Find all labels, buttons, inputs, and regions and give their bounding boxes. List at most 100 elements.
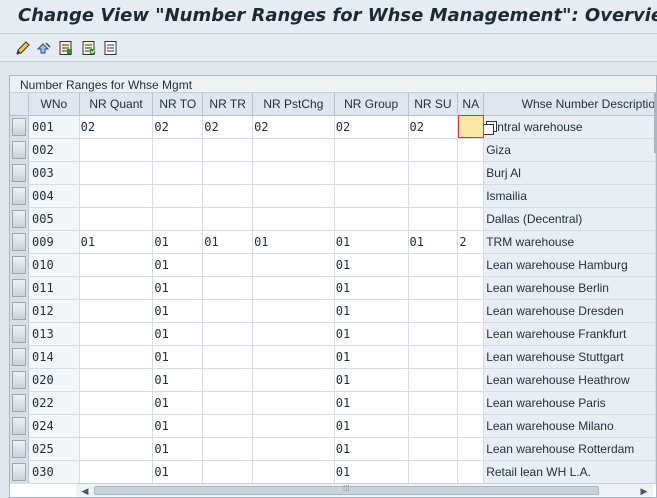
cell-nr-su[interactable] bbox=[408, 184, 459, 208]
cell-nr-pstchg[interactable]: 01 bbox=[252, 230, 335, 254]
cell-description[interactable]: Retail lean WH L.A. bbox=[483, 460, 656, 484]
column-header-description[interactable]: Whse Number Descriptio bbox=[483, 93, 656, 116]
cell-nr-group[interactable] bbox=[334, 207, 409, 231]
cell-nr-su[interactable] bbox=[408, 414, 459, 438]
pencil-glasses-icon[interactable] bbox=[13, 38, 33, 58]
cell-nr-group[interactable]: 01 bbox=[334, 414, 409, 438]
cell-nr-su[interactable] bbox=[408, 322, 459, 346]
cell-nr-pstchg[interactable] bbox=[252, 299, 335, 323]
cell-nr-quant[interactable] bbox=[79, 368, 154, 392]
cell-na[interactable] bbox=[457, 437, 485, 461]
cell-nr-pstchg[interactable] bbox=[252, 414, 335, 438]
cell-nr-to[interactable]: 01 bbox=[152, 230, 204, 254]
column-header-nr-group[interactable]: NR Group bbox=[334, 93, 409, 116]
cell-na[interactable] bbox=[457, 276, 485, 300]
cell-description[interactable]: Lean warehouse Milano bbox=[483, 414, 656, 438]
cell-nr-pstchg[interactable] bbox=[252, 391, 335, 415]
row-select-button[interactable] bbox=[12, 393, 26, 412]
row-select-button[interactable] bbox=[12, 439, 26, 458]
cell-description[interactable]: Giza bbox=[483, 138, 656, 162]
row-selector[interactable] bbox=[10, 414, 29, 438]
cell-nr-group[interactable]: 01 bbox=[334, 253, 409, 277]
cell-nr-quant[interactable] bbox=[79, 345, 154, 369]
cell-nr-pstchg[interactable] bbox=[252, 161, 335, 185]
cell-nr-group[interactable]: 01 bbox=[334, 368, 409, 392]
cell-nr-su[interactable]: 02 bbox=[408, 115, 459, 139]
cell-description[interactable]: Lean warehouse Paris bbox=[483, 391, 656, 415]
cell-nr-pstchg[interactable] bbox=[252, 437, 335, 461]
copy-icon[interactable] bbox=[483, 120, 498, 135]
cell-nr-su[interactable] bbox=[408, 460, 459, 484]
cell-na[interactable] bbox=[457, 161, 485, 185]
cell-description[interactable]: Lean warehouse Frankfurt bbox=[483, 322, 656, 346]
cell-nr-tr[interactable] bbox=[202, 299, 254, 323]
cell-nr-pstchg[interactable] bbox=[252, 368, 335, 392]
row-selector[interactable] bbox=[10, 322, 29, 346]
cell-wno[interactable]: 030 bbox=[28, 460, 80, 484]
cell-wno[interactable]: 004 bbox=[28, 184, 80, 208]
cell-na[interactable] bbox=[457, 207, 485, 231]
cell-nr-quant[interactable] bbox=[79, 253, 154, 277]
cell-nr-group[interactable]: 01 bbox=[334, 230, 409, 254]
cell-description[interactable]: Lean warehouse Heathrow bbox=[483, 368, 656, 392]
cell-nr-group[interactable] bbox=[334, 184, 409, 208]
cell-nr-pstchg[interactable] bbox=[252, 207, 335, 231]
cell-nr-to[interactable]: 01 bbox=[152, 299, 204, 323]
cell-description[interactable]: ntral warehouse bbox=[483, 115, 656, 139]
cell-nr-tr[interactable] bbox=[202, 460, 254, 484]
cell-nr-quant[interactable] bbox=[79, 391, 154, 415]
cell-description[interactable]: Burj Al bbox=[483, 161, 656, 185]
cell-na[interactable] bbox=[457, 322, 485, 346]
row-selector[interactable] bbox=[10, 184, 29, 208]
cell-nr-pstchg[interactable] bbox=[252, 460, 335, 484]
cell-wno[interactable]: 014 bbox=[28, 345, 80, 369]
cell-nr-pstchg[interactable]: 02 bbox=[252, 115, 335, 139]
cell-nr-tr[interactable] bbox=[202, 184, 254, 208]
cell-wno[interactable]: 002 bbox=[28, 138, 80, 162]
cell-nr-su[interactable] bbox=[408, 276, 459, 300]
cell-na[interactable] bbox=[457, 368, 485, 392]
cell-wno[interactable]: 020 bbox=[28, 368, 80, 392]
row-select-button[interactable] bbox=[12, 232, 26, 251]
column-header-nr-quant[interactable]: NR Quant bbox=[79, 93, 154, 116]
cell-nr-tr[interactable] bbox=[202, 138, 254, 162]
cell-nr-to[interactable]: 01 bbox=[152, 345, 204, 369]
select-all-icon[interactable] bbox=[79, 38, 99, 58]
cell-na[interactable] bbox=[457, 460, 485, 484]
cell-wno[interactable]: 025 bbox=[28, 437, 80, 461]
cell-description[interactable]: Lean warehouse Dresden bbox=[483, 299, 656, 323]
details-icon[interactable] bbox=[56, 38, 76, 58]
cell-na-focused[interactable] bbox=[457, 115, 485, 139]
row-select-button[interactable] bbox=[12, 117, 26, 136]
cell-nr-quant[interactable] bbox=[79, 437, 154, 461]
row-select-button[interactable] bbox=[12, 255, 26, 274]
cell-nr-tr[interactable] bbox=[202, 161, 254, 185]
cell-nr-tr[interactable]: 01 bbox=[202, 230, 254, 254]
cell-nr-tr[interactable] bbox=[202, 391, 254, 415]
cell-nr-quant[interactable] bbox=[79, 322, 154, 346]
cell-nr-to[interactable]: 01 bbox=[152, 437, 204, 461]
row-selector[interactable] bbox=[10, 437, 29, 461]
horizontal-scrollbar[interactable]: ◀ ⁞⁞⁞ ▶ bbox=[76, 483, 653, 497]
scrollbar-thumb[interactable]: ⁞⁞⁞ bbox=[94, 484, 599, 495]
cell-nr-tr[interactable] bbox=[202, 276, 254, 300]
row-selector[interactable] bbox=[10, 299, 29, 323]
cell-wno[interactable]: 005 bbox=[28, 207, 80, 231]
row-selector[interactable] bbox=[10, 276, 29, 300]
cell-nr-to[interactable]: 02 bbox=[152, 115, 204, 139]
cell-nr-group[interactable]: 01 bbox=[334, 391, 409, 415]
cell-nr-group[interactable]: 01 bbox=[334, 322, 409, 346]
row-selector[interactable] bbox=[10, 138, 29, 162]
cell-nr-to[interactable]: 01 bbox=[152, 322, 204, 346]
cell-na[interactable] bbox=[457, 299, 485, 323]
cell-nr-tr[interactable] bbox=[202, 253, 254, 277]
cell-nr-group[interactable]: 01 bbox=[334, 299, 409, 323]
cell-nr-su[interactable] bbox=[408, 391, 459, 415]
cell-nr-su[interactable] bbox=[408, 253, 459, 277]
cell-description[interactable]: Lean warehouse Hamburg bbox=[483, 253, 656, 277]
row-selector[interactable] bbox=[10, 115, 29, 139]
row-select-button[interactable] bbox=[12, 163, 26, 182]
cell-wno[interactable]: 022 bbox=[28, 391, 80, 415]
cell-nr-to[interactable] bbox=[152, 161, 204, 185]
row-selector[interactable] bbox=[10, 253, 29, 277]
